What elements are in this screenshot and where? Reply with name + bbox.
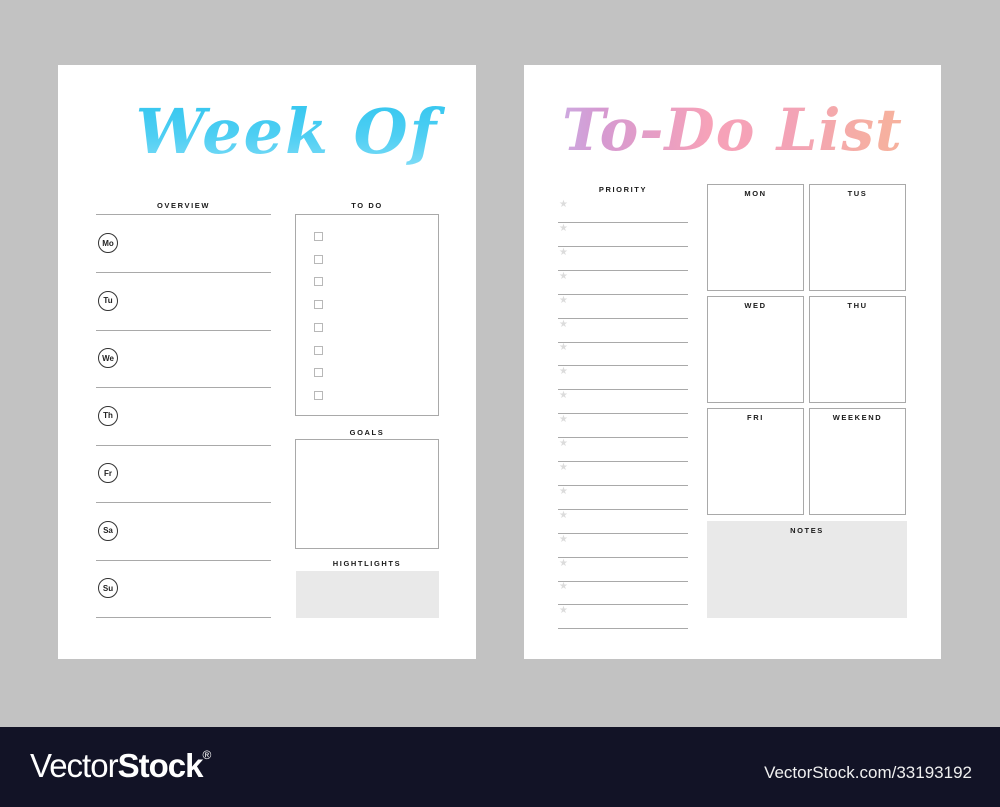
goals-box[interactable]: [295, 439, 439, 549]
todo-checkbox[interactable]: [314, 322, 323, 332]
day-box-mon[interactable]: MON: [707, 184, 804, 291]
todo-checkbox[interactable]: [314, 277, 323, 287]
watermark-footer: VectorStock® VectorStock.com/33193192: [0, 727, 1000, 807]
priority-line: [558, 628, 688, 630]
day-box-label: MON: [744, 189, 767, 198]
star-icon: ★: [559, 366, 568, 378]
priority-row[interactable]: ★: [558, 581, 688, 606]
priority-row[interactable]: ★: [558, 342, 688, 367]
day-box-wed[interactable]: WED: [707, 296, 804, 403]
overview-day-row[interactable]: Tu: [96, 273, 271, 331]
day-box-tus[interactable]: TUS: [809, 184, 906, 291]
star-icon: ★: [559, 581, 568, 593]
star-icon: ★: [559, 342, 568, 354]
overview-day-row[interactable]: We: [96, 330, 271, 388]
priority-row[interactable]: ★: [558, 414, 688, 439]
day-box-label: THU: [847, 301, 868, 310]
star-icon: ★: [559, 390, 568, 402]
overview-day-row[interactable]: Fr: [96, 445, 271, 503]
priority-label: PRIORITY: [598, 185, 648, 194]
star-icon: ★: [559, 318, 568, 330]
brand-bold: Stock: [117, 747, 204, 784]
todo-checkbox[interactable]: [314, 390, 323, 400]
star-icon: ★: [559, 509, 568, 521]
star-icon: ★: [559, 605, 568, 617]
day-box-label: WEEKEND: [832, 413, 883, 422]
overview-day-row[interactable]: Mo: [96, 215, 271, 273]
star-icon: ★: [559, 246, 568, 258]
todo-label: TO DO: [351, 201, 383, 210]
day-box-label: WED: [744, 301, 767, 310]
highlights-label: HIGHTLIGHTS: [332, 559, 402, 568]
star-icon: ★: [559, 533, 568, 545]
day-badge: Mo: [98, 233, 118, 253]
todo-box: [295, 214, 439, 416]
day-badge: Sa: [98, 520, 118, 541]
day-badge: Fr: [98, 463, 118, 483]
overview-day-row[interactable]: Sa: [96, 503, 271, 561]
registered-mark: ®: [202, 748, 211, 762]
todo-checkbox[interactable]: [314, 300, 323, 310]
day-badge: Th: [98, 405, 118, 426]
star-icon: ★: [559, 222, 568, 234]
day-box-label: FRI: [747, 413, 764, 422]
todo-checkbox[interactable]: [314, 254, 323, 264]
priority-row[interactable]: ★: [558, 199, 688, 223]
priority-row[interactable]: ★: [558, 462, 688, 486]
priority-row[interactable]: ★: [558, 271, 688, 295]
star-icon: ★: [559, 414, 568, 426]
priority-row[interactable]: ★: [558, 534, 688, 558]
star-icon: ★: [559, 438, 568, 449]
star-icon: ★: [559, 557, 568, 569]
day-box-thu[interactable]: THU: [809, 296, 906, 403]
priority-row[interactable]: ★: [558, 366, 688, 391]
image-id-text: VectorStock.com/33193192: [764, 763, 972, 782]
overview-day-row[interactable]: Th: [96, 388, 271, 446]
priority-row[interactable]: ★: [558, 319, 688, 343]
todo-list-title: To-Do List: [524, 85, 941, 175]
priority-row[interactable]: ★: [558, 558, 688, 582]
star-icon: ★: [559, 294, 568, 306]
overview-day-row[interactable]: Su: [96, 560, 271, 618]
priority-row[interactable]: ★: [558, 510, 688, 534]
weekly-planner-page: Week Of OVERVIEW Mo Tu We Th Fr Sa Su TO DO GO…: [58, 65, 476, 659]
todo-checkbox[interactable]: [314, 232, 323, 241]
star-icon: ★: [559, 461, 568, 473]
priority-row[interactable]: ★: [558, 247, 688, 271]
priority-row[interactable]: ★: [558, 605, 688, 630]
brand-thin: Vector: [30, 747, 119, 784]
day-badge: Tu: [98, 290, 118, 311]
priority-row[interactable]: ★: [558, 223, 688, 247]
todo-checkbox[interactable]: [314, 345, 323, 355]
star-icon: ★: [559, 270, 568, 282]
day-row-divider: [96, 617, 271, 618]
notes-box[interactable]: NOTES: [707, 521, 907, 618]
notes-label: NOTES: [790, 526, 824, 535]
highlights-box[interactable]: [296, 571, 439, 618]
overview-label: OVERVIEW: [156, 201, 211, 210]
day-box-weekend[interactable]: WEEKEND: [809, 408, 906, 515]
star-icon: ★: [559, 485, 568, 497]
todo-checkbox[interactable]: [314, 368, 323, 378]
priority-row[interactable]: ★: [558, 438, 688, 462]
todo-list-page: To-Do List PRIORITY ★ ★ ★ ★ ★ ★ ★ ★ ★ ★ ★ ★ ★ ★ ★ ★ ★ ★ M…: [524, 65, 941, 659]
day-badge: Su: [98, 578, 118, 598]
vectorstock-logo: VectorStock®: [30, 747, 211, 785]
star-icon: ★: [559, 199, 568, 210]
priority-row[interactable]: ★: [558, 295, 688, 319]
day-badge: We: [98, 348, 118, 368]
day-box-fri[interactable]: FRI: [707, 408, 804, 515]
priority-row[interactable]: ★: [558, 486, 688, 510]
week-of-title: Week Of: [98, 87, 476, 177]
priority-row[interactable]: ★: [558, 390, 688, 415]
day-box-label: TUS: [847, 189, 868, 198]
goals-label: GOALS: [349, 428, 385, 437]
